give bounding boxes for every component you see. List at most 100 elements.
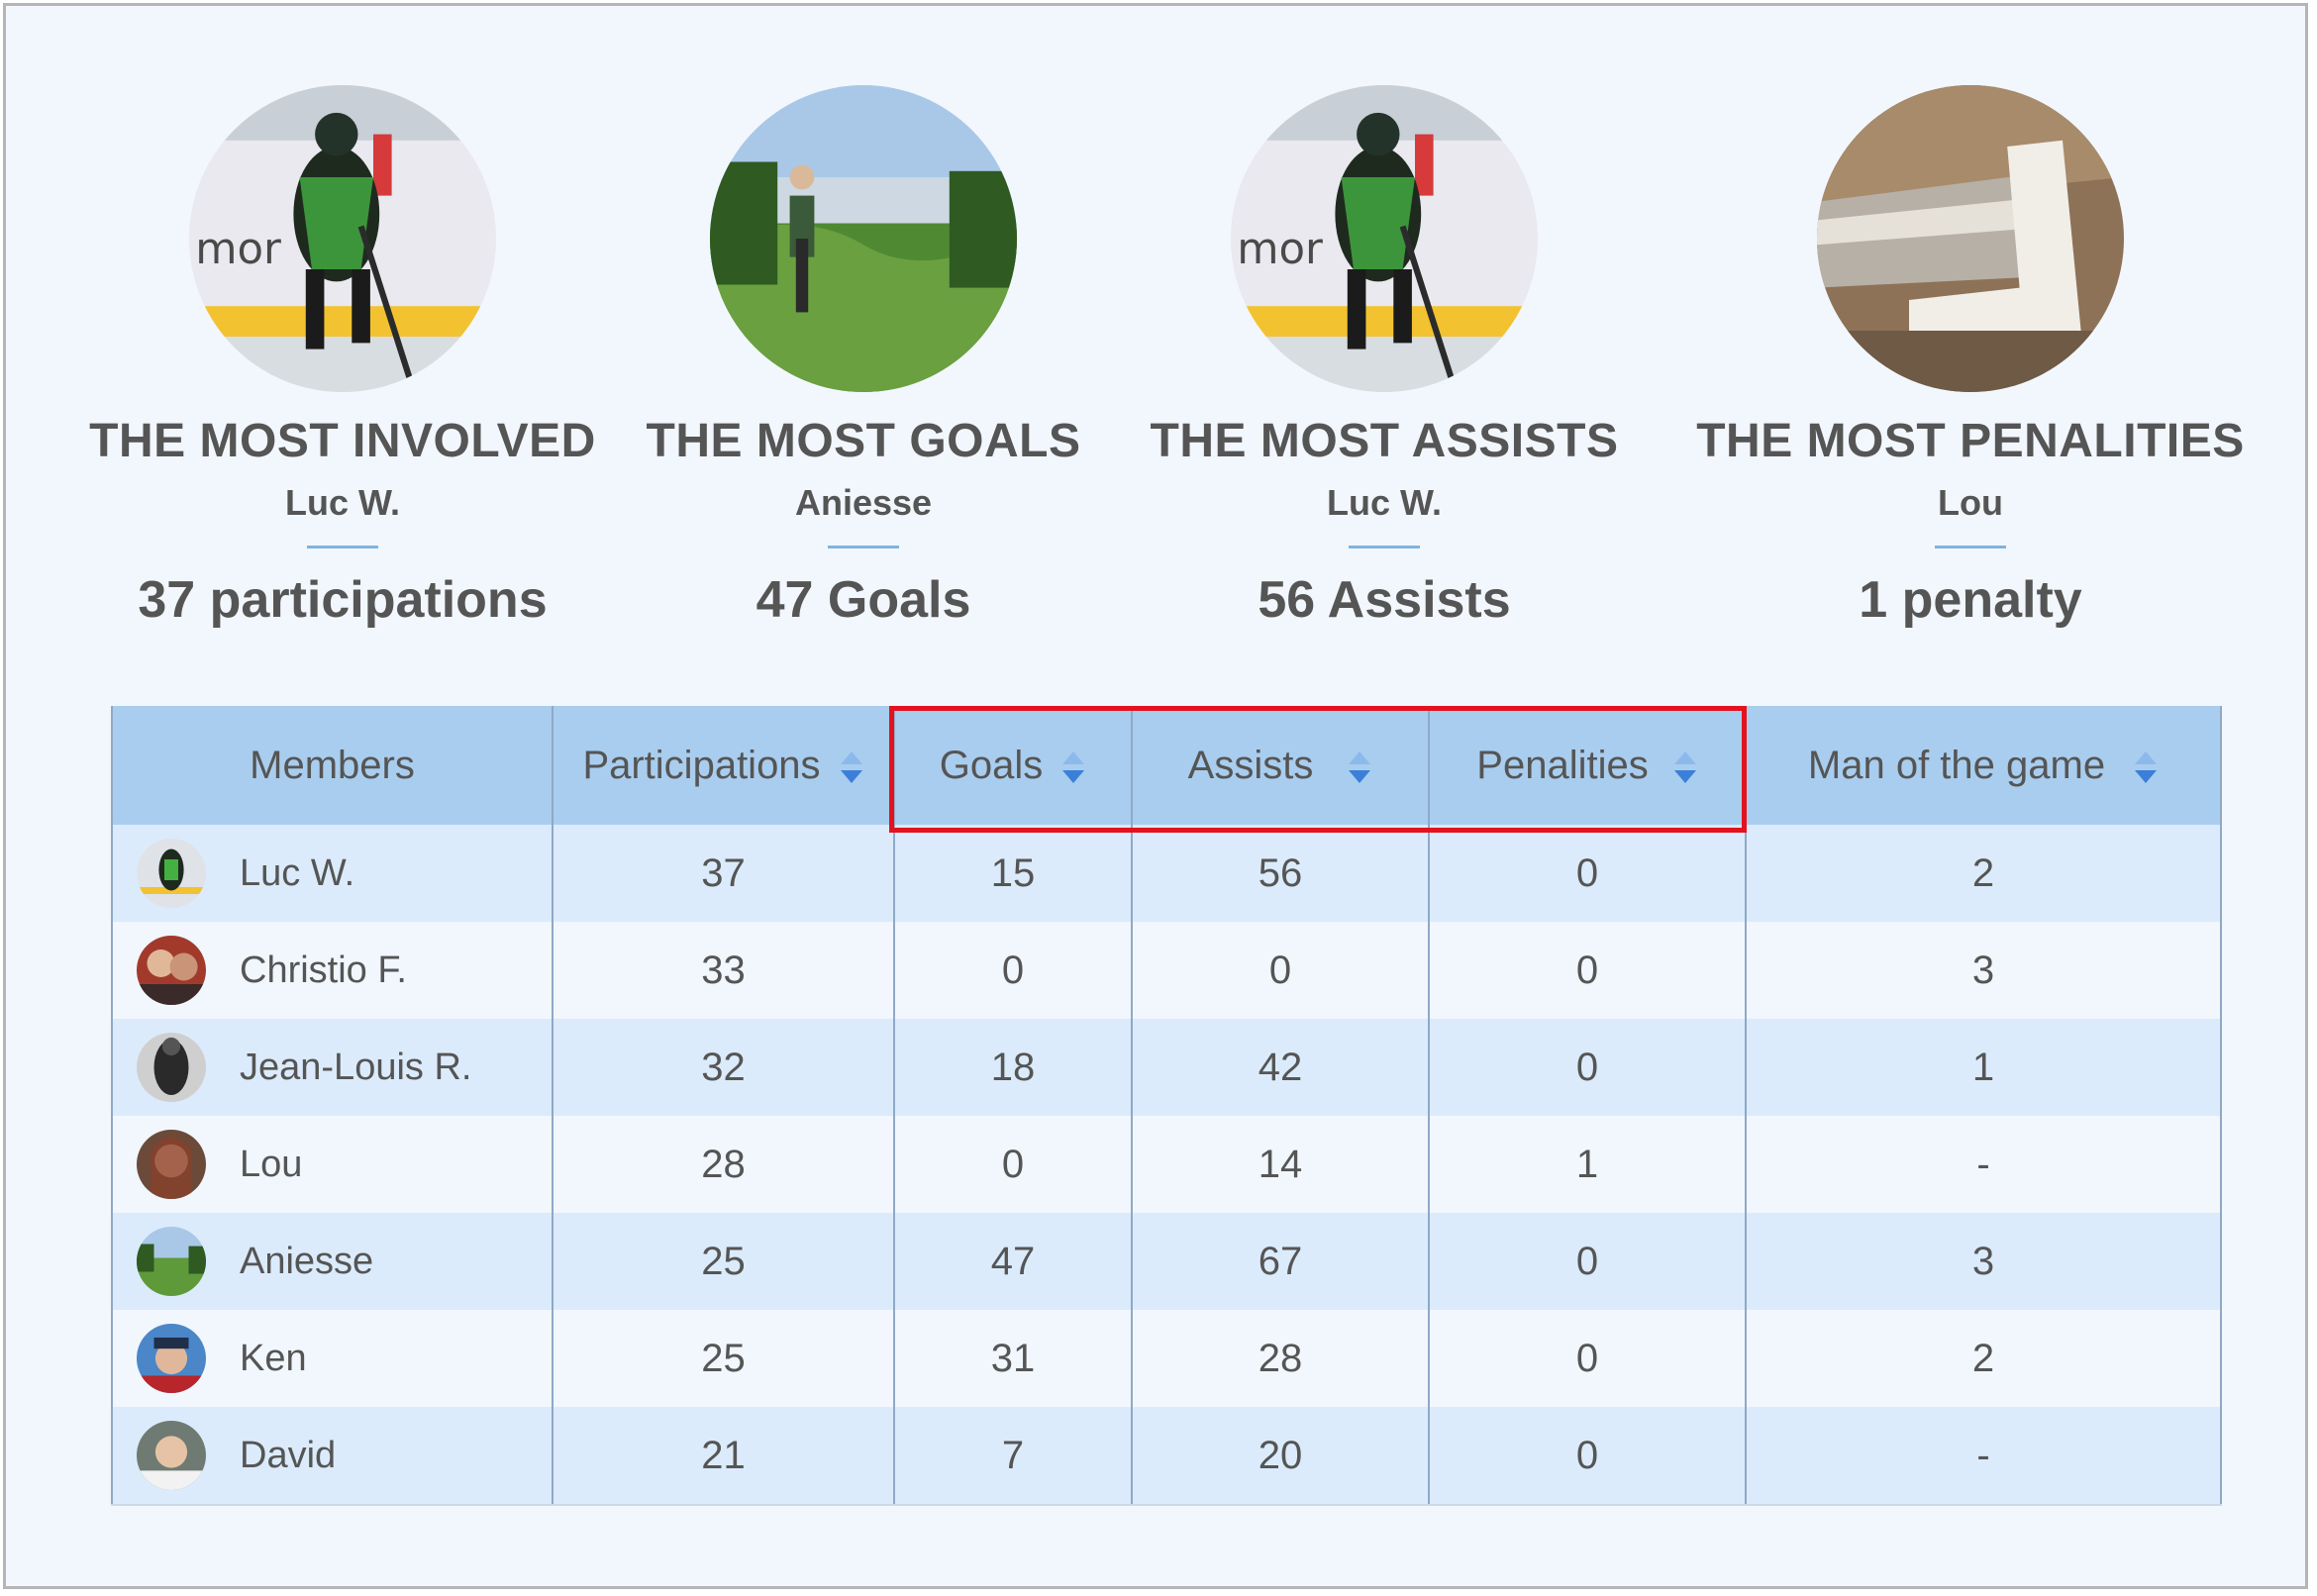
highlight-most-involved: mor THE MOST INVOLVED Luc W. 37 particip… bbox=[46, 85, 640, 630]
column-header-penalities[interactable]: Penalities bbox=[1428, 706, 1747, 825]
column-header-participations[interactable]: Participations bbox=[552, 706, 895, 825]
divider bbox=[1349, 546, 1420, 549]
penalities-cell: 0 bbox=[1428, 1019, 1747, 1116]
highlight-stat: 1 penalty bbox=[1859, 571, 2082, 629]
column-header-goals[interactable]: Goals bbox=[893, 706, 1133, 825]
participations-cell: 21 bbox=[552, 1407, 895, 1506]
assists-cell: 14 bbox=[1131, 1116, 1430, 1213]
highlight-name: Lou bbox=[1938, 482, 2003, 523]
table-row: David 21 7 20 0 - bbox=[111, 1407, 2222, 1506]
highlight-most-assists: mor THE MOST ASSISTS Luc W. 56 Assists bbox=[1087, 85, 1681, 630]
couple-photo bbox=[137, 936, 206, 1005]
highlight-name: Aniesse bbox=[794, 482, 933, 523]
man-of-the-game-cell: - bbox=[1745, 1116, 2222, 1213]
table-row: Ken 25 31 28 0 2 bbox=[111, 1310, 2222, 1407]
goals-cell: 7 bbox=[893, 1407, 1133, 1506]
assists-cell: 67 bbox=[1131, 1213, 1430, 1310]
table-row: Luc W. 37 15 56 0 2 bbox=[111, 825, 2222, 922]
divider bbox=[828, 546, 899, 549]
highlight-stat: 56 Assists bbox=[1258, 571, 1511, 629]
member-name[interactable]: Ken bbox=[240, 1338, 307, 1380]
table-row: Jean-Louis R. 32 18 42 0 1 bbox=[111, 1019, 2222, 1116]
divider bbox=[307, 546, 378, 549]
table-row: Lou 28 0 14 1 - bbox=[111, 1116, 2222, 1213]
participations-cell: 32 bbox=[552, 1019, 895, 1116]
assists-cell: 56 bbox=[1131, 825, 1430, 922]
member-name[interactable]: David bbox=[240, 1435, 336, 1477]
field-landscape-photo bbox=[710, 85, 1017, 392]
goals-cell: 31 bbox=[893, 1310, 1133, 1407]
column-header-man-of-the-game[interactable]: Man of the game bbox=[1745, 706, 2222, 825]
metal-pipe-photo bbox=[1817, 85, 2124, 392]
participations-cell: 25 bbox=[552, 1213, 895, 1310]
highlight-most-goals: THE MOST GOALS Aniesse 47 Goals bbox=[566, 85, 1160, 630]
sort-icon[interactable] bbox=[839, 748, 864, 787]
highlight-title: THE MOST ASSISTS bbox=[1150, 415, 1619, 467]
member-name[interactable]: Christio F. bbox=[240, 949, 407, 992]
assists-cell: 20 bbox=[1131, 1407, 1430, 1506]
member-name[interactable]: Luc W. bbox=[240, 852, 354, 895]
highlight-name: Luc W. bbox=[285, 482, 400, 523]
highlight-stat: 47 Goals bbox=[756, 571, 971, 629]
participations-cell: 37 bbox=[552, 825, 895, 922]
highlight-title: THE MOST GOALS bbox=[646, 415, 1081, 467]
member-cell: Lou bbox=[111, 1116, 554, 1213]
member-cell: Aniesse bbox=[111, 1213, 554, 1310]
goals-cell: 18 bbox=[893, 1019, 1133, 1116]
table-row: Christio F. 33 0 0 0 3 bbox=[111, 922, 2222, 1019]
penalities-cell: 0 bbox=[1428, 922, 1747, 1019]
participations-cell: 33 bbox=[552, 922, 895, 1019]
table-header-row: Members Participations Goals Assists Pen… bbox=[111, 706, 2222, 825]
sort-icon[interactable] bbox=[1060, 748, 1086, 787]
smiling-man-photo bbox=[137, 1421, 206, 1490]
sort-icon[interactable] bbox=[1672, 748, 1698, 787]
field-landscape-photo bbox=[137, 1227, 206, 1296]
sort-icon[interactable] bbox=[1347, 748, 1372, 787]
man-of-the-game-cell: - bbox=[1745, 1407, 2222, 1506]
hockey-player-photo: mor bbox=[1231, 85, 1538, 392]
man-cap-photo bbox=[137, 1324, 206, 1393]
assists-cell: 42 bbox=[1131, 1019, 1430, 1116]
member-cell: Ken bbox=[111, 1310, 554, 1407]
member-stats-table: Members Participations Goals Assists Pen… bbox=[111, 706, 2222, 1506]
member-cell: David bbox=[111, 1407, 554, 1506]
penalities-cell: 0 bbox=[1428, 1213, 1747, 1310]
hockey-player-photo: mor bbox=[189, 85, 496, 392]
hockey-player-photo bbox=[137, 839, 206, 908]
assists-cell: 28 bbox=[1131, 1310, 1430, 1407]
penalities-cell: 1 bbox=[1428, 1116, 1747, 1213]
man-of-the-game-cell: 1 bbox=[1745, 1019, 2222, 1116]
highlight-title: THE MOST INVOLVED bbox=[89, 415, 596, 467]
participations-cell: 25 bbox=[552, 1310, 895, 1407]
goals-cell: 0 bbox=[893, 922, 1133, 1019]
svg-text:mor: mor bbox=[195, 225, 281, 274]
member-cell: Christio F. bbox=[111, 922, 554, 1019]
penalities-cell: 0 bbox=[1428, 825, 1747, 922]
highlight-title: THE MOST PENALITIES bbox=[1696, 415, 2245, 467]
highlight-stat: 37 participations bbox=[138, 571, 548, 629]
highlight-name: Luc W. bbox=[1327, 482, 1442, 523]
member-name[interactable]: Lou bbox=[240, 1144, 302, 1186]
table-row: Aniesse 25 47 67 0 3 bbox=[111, 1213, 2222, 1310]
portrait-photo bbox=[137, 1130, 206, 1199]
highlights-row: mor THE MOST INVOLVED Luc W. 37 particip… bbox=[6, 85, 2317, 640]
goals-cell: 47 bbox=[893, 1213, 1133, 1310]
divider bbox=[1935, 546, 2006, 549]
member-cell: Luc W. bbox=[111, 825, 554, 922]
svg-text:mor: mor bbox=[1237, 225, 1323, 274]
member-cell: Jean-Louis R. bbox=[111, 1019, 554, 1116]
assists-cell: 0 bbox=[1131, 922, 1430, 1019]
column-header-members: Members bbox=[111, 706, 554, 825]
man-of-the-game-cell: 3 bbox=[1745, 922, 2222, 1019]
man-of-the-game-cell: 3 bbox=[1745, 1213, 2222, 1310]
column-header-assists[interactable]: Assists bbox=[1131, 706, 1430, 825]
penalities-cell: 0 bbox=[1428, 1310, 1747, 1407]
man-of-the-game-cell: 2 bbox=[1745, 825, 2222, 922]
member-name[interactable]: Aniesse bbox=[240, 1241, 373, 1283]
man-of-the-game-cell: 2 bbox=[1745, 1310, 2222, 1407]
member-name[interactable]: Jean-Louis R. bbox=[240, 1047, 471, 1089]
sort-icon[interactable] bbox=[2133, 748, 2159, 787]
participations-cell: 28 bbox=[552, 1116, 895, 1213]
penalities-cell: 0 bbox=[1428, 1407, 1747, 1506]
goals-cell: 15 bbox=[893, 825, 1133, 922]
